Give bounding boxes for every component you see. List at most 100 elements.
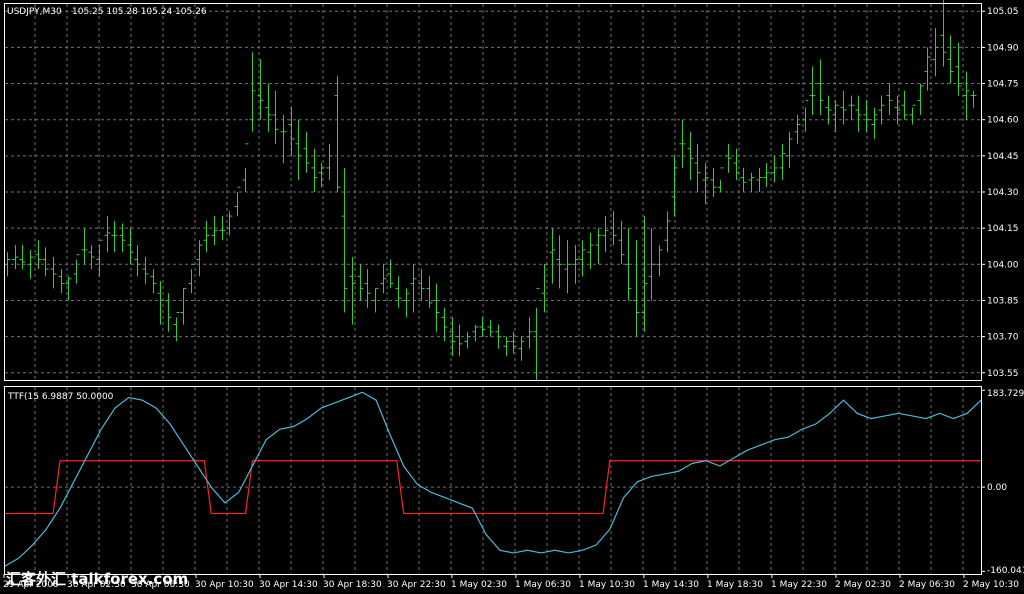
ohlc-bar[interactable] xyxy=(318,163,325,188)
ohlc-bar[interactable] xyxy=(426,276,433,308)
ohlc-bar[interactable] xyxy=(4,252,11,277)
ohlc-bar[interactable] xyxy=(564,240,571,294)
ohlc-bar[interactable] xyxy=(65,276,72,301)
ohlc-bar[interactable] xyxy=(380,264,387,294)
ohlc-bar[interactable] xyxy=(733,148,740,180)
ohlc-bar[interactable] xyxy=(848,95,855,120)
ohlc-bar[interactable] xyxy=(326,143,333,180)
ohlc-bar[interactable] xyxy=(410,264,417,313)
ohlc-bar[interactable] xyxy=(364,269,371,308)
ohlc-bar[interactable] xyxy=(664,211,671,253)
ohlc-bar[interactable] xyxy=(12,245,19,270)
ohlc-bar[interactable] xyxy=(257,59,264,120)
ohlc-bar[interactable] xyxy=(249,52,256,132)
ohlc-bar[interactable] xyxy=(549,228,556,284)
ohlc-bar[interactable] xyxy=(518,336,525,361)
ohlc-bar[interactable] xyxy=(81,228,88,265)
ohlc-bar[interactable] xyxy=(211,216,218,246)
ohlc-bar[interactable] xyxy=(602,216,609,253)
ohlc-bar[interactable] xyxy=(748,172,755,192)
ohlc-bar[interactable] xyxy=(288,107,295,156)
ohlc-bar[interactable] xyxy=(111,220,118,253)
ohlc-bar[interactable] xyxy=(311,148,318,192)
ohlc-bar[interactable] xyxy=(479,317,486,337)
ohlc-bar[interactable] xyxy=(656,245,663,277)
ohlc-bar[interactable] xyxy=(633,240,640,337)
ohlc-bar[interactable] xyxy=(970,90,977,108)
ohlc-bar[interactable] xyxy=(242,143,249,192)
ohlc-bar[interactable] xyxy=(579,240,586,277)
ohlc-bar[interactable] xyxy=(42,247,49,277)
ohlc-bar[interactable] xyxy=(349,257,356,325)
ohlc-bar[interactable] xyxy=(901,90,908,120)
ohlc-bar[interactable] xyxy=(832,100,839,132)
ohlc-bar[interactable] xyxy=(357,264,364,301)
ohlc-bar[interactable] xyxy=(779,143,786,180)
ohlc-bar[interactable] xyxy=(940,0,947,67)
ohlc-bar[interactable] xyxy=(924,47,931,91)
ohlc-bar[interactable] xyxy=(679,119,686,168)
ohlc-bar[interactable] xyxy=(533,287,540,380)
ohlc-bar[interactable] xyxy=(587,232,594,270)
ohlc-bar[interactable] xyxy=(127,228,134,265)
ohlc-bar[interactable] xyxy=(963,71,970,120)
ohlc-bar[interactable] xyxy=(265,83,272,132)
ohlc-bar[interactable] xyxy=(58,269,65,294)
ohlc-bar[interactable] xyxy=(702,163,709,205)
ohlc-bar[interactable] xyxy=(341,167,348,313)
ohlc-bar[interactable] xyxy=(19,245,26,270)
ohlc-bar[interactable] xyxy=(295,119,302,180)
ohlc-bar[interactable] xyxy=(134,245,141,277)
ohlc-bar[interactable] xyxy=(50,257,57,289)
ohlc-bar[interactable] xyxy=(510,331,517,354)
ohlc-bar[interactable] xyxy=(495,324,502,349)
ohlc-bar[interactable] xyxy=(503,336,510,356)
ohlc-bar[interactable] xyxy=(694,143,701,192)
ohlc-bar[interactable] xyxy=(863,100,870,132)
ohlc-bar[interactable] xyxy=(786,131,793,168)
ohlc-bar[interactable] xyxy=(909,104,916,125)
ohlc-bar[interactable] xyxy=(641,216,648,332)
ohlc-bar[interactable] xyxy=(556,235,563,289)
ohlc-bar[interactable] xyxy=(932,28,939,77)
ohlc-bar[interactable] xyxy=(825,95,832,125)
ohlc-bar[interactable] xyxy=(203,220,210,253)
ohlc-bar[interactable] xyxy=(188,263,195,294)
ohlc-bar[interactable] xyxy=(219,216,226,241)
ohlc-bar[interactable] xyxy=(464,331,471,349)
ohlc-bar[interactable] xyxy=(526,317,533,349)
ohlc-bar[interactable] xyxy=(763,163,770,188)
ohlc-bar[interactable] xyxy=(456,324,463,356)
ohlc-bar[interactable] xyxy=(472,324,479,342)
ohlc-bar[interactable] xyxy=(487,319,494,337)
ohlc-bar[interactable] xyxy=(165,293,172,332)
ohlc-bar[interactable] xyxy=(886,83,893,115)
ohlc-bar[interactable] xyxy=(150,269,157,294)
ohlc-bar[interactable] xyxy=(96,239,103,277)
ohlc-bar[interactable] xyxy=(618,220,625,265)
ohlc-bar[interactable] xyxy=(27,249,34,279)
ohlc-bar[interactable] xyxy=(671,155,678,217)
ohlc-bar[interactable] xyxy=(817,59,824,115)
ohlc-bar[interactable] xyxy=(809,66,816,115)
ohlc-bar[interactable] xyxy=(947,35,954,84)
ohlc-bar[interactable] xyxy=(725,143,732,173)
ohlc-bar[interactable] xyxy=(433,283,440,332)
ohlc-bar[interactable] xyxy=(871,107,878,139)
ohlc-bar[interactable] xyxy=(387,259,394,289)
ohlc-bar[interactable] xyxy=(740,167,747,192)
ohlc-bar[interactable] xyxy=(403,288,410,318)
ohlc-bar[interactable] xyxy=(441,307,448,342)
ohlc-bar[interactable] xyxy=(180,287,187,325)
ohlc-bar[interactable] xyxy=(73,254,80,284)
ohlc-bar[interactable] xyxy=(196,240,203,277)
ohlc-bar[interactable] xyxy=(88,245,95,270)
ohlc-bar[interactable] xyxy=(395,276,402,308)
ohlc-bar[interactable] xyxy=(418,269,425,301)
ohlc-bar[interactable] xyxy=(334,76,341,192)
ohlc-bar[interactable] xyxy=(717,167,724,192)
ohlc-bar[interactable] xyxy=(104,216,111,253)
ohlc-bar[interactable] xyxy=(272,90,279,144)
ohlc-bar[interactable] xyxy=(802,99,809,132)
ohlc-bar[interactable] xyxy=(687,131,694,180)
